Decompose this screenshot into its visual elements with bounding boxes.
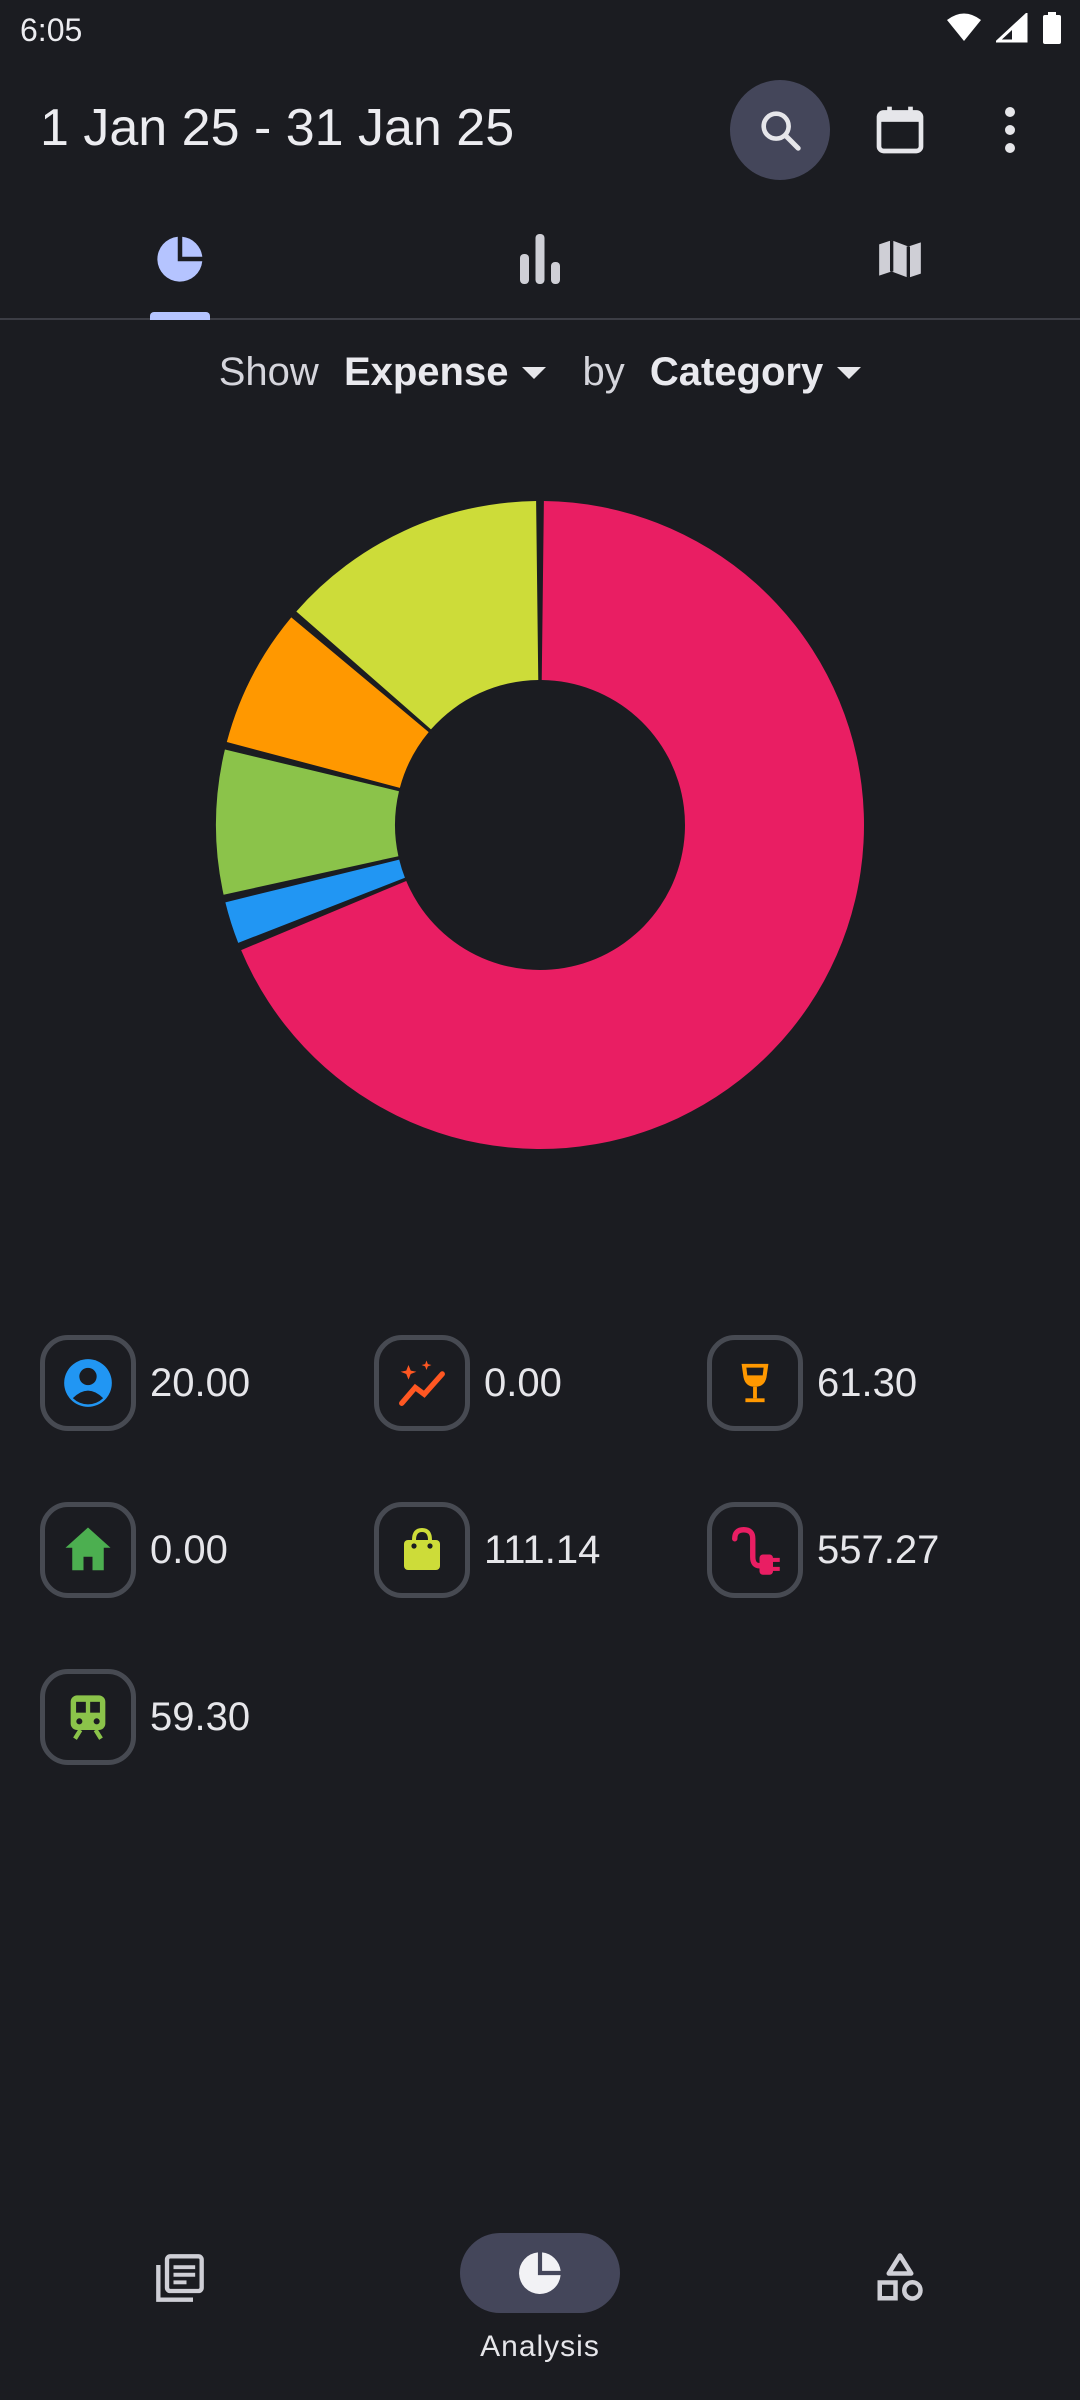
- nav-analysis[interactable]: Analysis: [360, 2200, 720, 2400]
- person-icon: [40, 1335, 136, 1431]
- legend-value: 61.30: [817, 1360, 918, 1405]
- transactions-icon: [150, 2248, 210, 2308]
- chart-filter: Show Expense by Category: [0, 350, 1080, 395]
- legend-value: 0.00: [484, 1360, 562, 1405]
- chevron-down-icon[interactable]: [837, 367, 862, 381]
- app-bar: 1 Jan 25 - 31 Jan 25: [0, 60, 1080, 200]
- status-icons: [946, 12, 1062, 44]
- tab-indicator: [150, 312, 210, 320]
- expense-donut-chart[interactable]: [0, 470, 1080, 1190]
- group-dropdown[interactable]: Category: [650, 350, 823, 394]
- type-dropdown[interactable]: Expense: [344, 350, 509, 394]
- wine-icon: [707, 1335, 803, 1431]
- legend-item[interactable]: 20.00: [40, 1330, 360, 1436]
- legend-value: 557.27: [817, 1527, 940, 1572]
- home-icon: [40, 1502, 136, 1598]
- legend-item[interactable]: 111.14: [374, 1497, 694, 1603]
- chart-type-tabs: [0, 200, 1080, 320]
- legend-item[interactable]: 0.00: [374, 1330, 694, 1436]
- nav-categories[interactable]: [720, 2200, 1080, 2400]
- legend-item[interactable]: 0.00: [40, 1497, 360, 1603]
- show-label: Show: [218, 350, 319, 394]
- status-bar: 6:05: [0, 0, 1080, 60]
- wifi-icon: [947, 13, 981, 41]
- nav-analysis-label: Analysis: [480, 2330, 600, 2363]
- bar-chart-icon: [520, 234, 560, 284]
- signal-icon: [996, 13, 1028, 43]
- trending-icon: [374, 1335, 470, 1431]
- map-icon: [879, 240, 921, 278]
- more-options-button[interactable]: [970, 80, 1050, 180]
- battery-icon: [1043, 12, 1061, 44]
- legend-item[interactable]: 557.27: [707, 1497, 1027, 1603]
- legend-value: 20.00: [150, 1360, 251, 1405]
- legend-item[interactable]: 59.30: [40, 1664, 360, 1770]
- legend-item[interactable]: 61.30: [707, 1330, 1027, 1436]
- search-button[interactable]: [730, 80, 830, 180]
- legend-value: 59.30: [150, 1694, 251, 1739]
- date-range-title[interactable]: 1 Jan 25 - 31 Jan 25: [40, 98, 514, 158]
- nav-transactions[interactable]: [0, 2200, 360, 2400]
- nav-active-pill: [460, 2233, 620, 2313]
- legend-value: 0.00: [150, 1527, 228, 1572]
- tab-map[interactable]: [720, 200, 1080, 318]
- shapes-icon: [870, 2248, 930, 2308]
- pie-chart-icon: [519, 2252, 561, 2294]
- tab-bar-chart[interactable]: [360, 200, 720, 318]
- pie-chart-icon: [157, 236, 203, 282]
- search-icon: [761, 111, 801, 151]
- legend-value: 111.14: [484, 1527, 601, 1572]
- calendar-button[interactable]: [850, 80, 950, 180]
- train-icon: [40, 1669, 136, 1765]
- tab-pie-chart[interactable]: [0, 200, 360, 320]
- chevron-down-icon[interactable]: [522, 367, 547, 381]
- bag-icon: [374, 1502, 470, 1598]
- plug-icon: [707, 1502, 803, 1598]
- bottom-navigation: Analysis: [0, 2200, 1080, 2400]
- by-label: by: [582, 350, 625, 394]
- calendar-icon: [876, 106, 924, 154]
- more-vert-icon: [1005, 107, 1015, 153]
- status-time: 6:05: [20, 12, 83, 48]
